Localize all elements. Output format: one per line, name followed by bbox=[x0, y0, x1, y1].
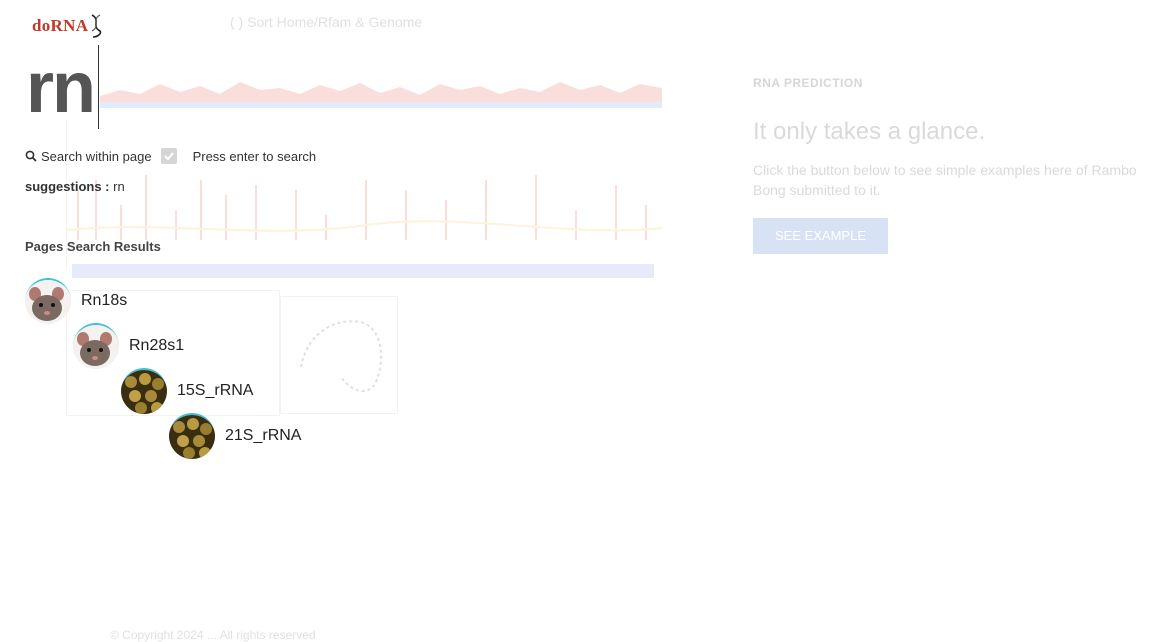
result-label: Rn18s bbox=[81, 292, 128, 309]
rat-icon bbox=[73, 325, 119, 369]
background-track-bar bbox=[72, 264, 654, 278]
rat-icon bbox=[25, 280, 71, 324]
search-icon bbox=[25, 150, 37, 162]
search-within-page-checkbox[interactable] bbox=[160, 148, 177, 164]
background-hero-subtitle: Click the button below to see simple exa… bbox=[753, 162, 1137, 198]
yeast-icon bbox=[121, 370, 167, 414]
yeast-icon bbox=[169, 415, 215, 459]
background-coverage-chart bbox=[100, 82, 662, 108]
result-item-21s-rrna[interactable]: 21S_rRNA bbox=[169, 412, 301, 460]
suggestions: suggestions : rn bbox=[25, 179, 125, 194]
result-item-rn18s[interactable]: Rn18s bbox=[25, 277, 127, 325]
background-page: ( ) Sort Home/Rfam & Genome RNA PREDICTI… bbox=[0, 0, 1154, 642]
result-label: 15S_rRNA bbox=[177, 382, 254, 399]
text-caret bbox=[98, 45, 99, 129]
yeast-avatar bbox=[121, 368, 167, 414]
suggestions-label: suggestions : bbox=[25, 179, 110, 194]
background-breadcrumb: ( ) Sort Home/Rfam & Genome bbox=[230, 14, 423, 30]
press-enter-hint: Press enter to search bbox=[192, 148, 317, 164]
yeast-avatar bbox=[169, 413, 215, 459]
check-icon bbox=[163, 152, 174, 161]
dna-helix-icon bbox=[91, 14, 102, 38]
rna-structure-icon bbox=[300, 320, 382, 392]
suggestion-item[interactable]: rn bbox=[113, 179, 125, 194]
background-hero-title: It only takes a glance. bbox=[753, 118, 986, 145]
background-eyebrow: RNA PREDICTION bbox=[753, 76, 863, 90]
result-label: 21S_rRNA bbox=[225, 427, 302, 444]
logo-text: doRNA bbox=[32, 16, 89, 35]
results-heading: Pages Search Results bbox=[25, 239, 161, 254]
rat-avatar bbox=[25, 278, 71, 324]
logo[interactable]: doRNA bbox=[32, 14, 103, 38]
background-see-example-button: SEE EXAMPLE bbox=[753, 218, 888, 254]
rat-avatar bbox=[73, 323, 119, 369]
background-structure-thumbnail bbox=[280, 296, 398, 414]
search-query-display[interactable]: rn bbox=[26, 48, 96, 128]
result-label: Rn28s1 bbox=[129, 337, 185, 354]
search-within-page-label: Search within page bbox=[41, 148, 152, 164]
result-item-rn28s1[interactable]: Rn28s1 bbox=[73, 322, 184, 370]
result-item-15s-rrna[interactable]: 15S_rRNA bbox=[121, 367, 253, 415]
search-options: Search within page Press enter to search bbox=[25, 148, 316, 164]
